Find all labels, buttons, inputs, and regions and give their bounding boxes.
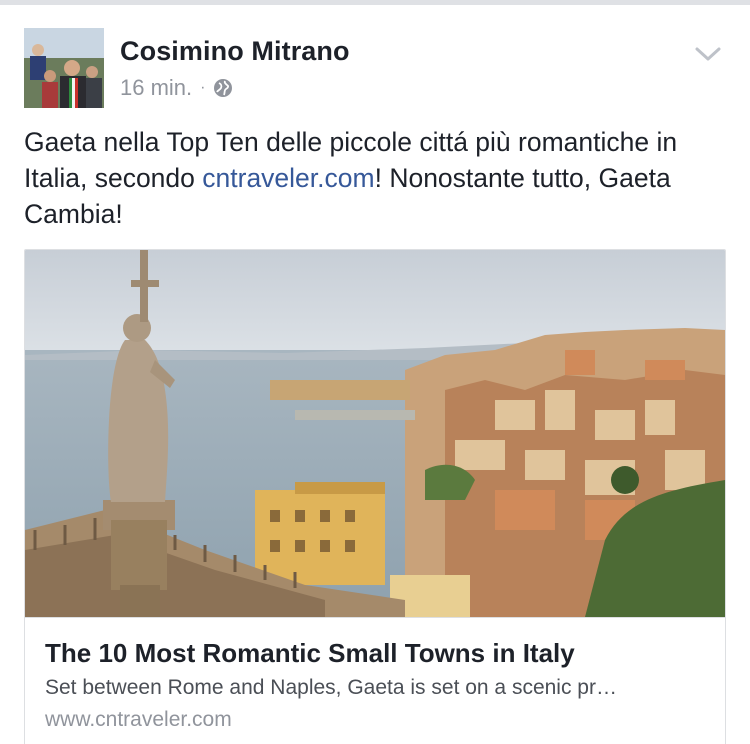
link-preview-image[interactable] — [25, 250, 725, 617]
post-message: Gaeta nella Top Ten delle piccole cittá … — [24, 124, 730, 232]
author-name[interactable]: Cosimino Mitrano — [120, 36, 350, 67]
meta-separator: · — [200, 79, 206, 96]
post-header: Cosimino Mitrano 16 min. · — [24, 28, 724, 110]
link-preview-body[interactable]: The 10 Most Romantic Small Towns in Ital… — [25, 617, 725, 744]
globe-icon — [213, 78, 233, 98]
post-meta: 16 min. · — [120, 75, 233, 101]
post-inline-link[interactable]: cntraveler.com — [202, 163, 374, 193]
chevron-down-icon[interactable] — [694, 44, 722, 64]
link-preview-description: Set between Rome and Naples, Gaeta is se… — [45, 676, 617, 699]
top-divider — [0, 0, 750, 5]
link-preview-card[interactable]: The 10 Most Romantic Small Towns in Ital… — [24, 249, 726, 744]
link-preview-domain: www.cntraveler.com — [45, 708, 232, 731]
post-timestamp[interactable]: 16 min. — [120, 75, 192, 101]
author-avatar[interactable] — [24, 28, 104, 108]
link-preview-title[interactable]: The 10 Most Romantic Small Towns in Ital… — [45, 638, 575, 669]
